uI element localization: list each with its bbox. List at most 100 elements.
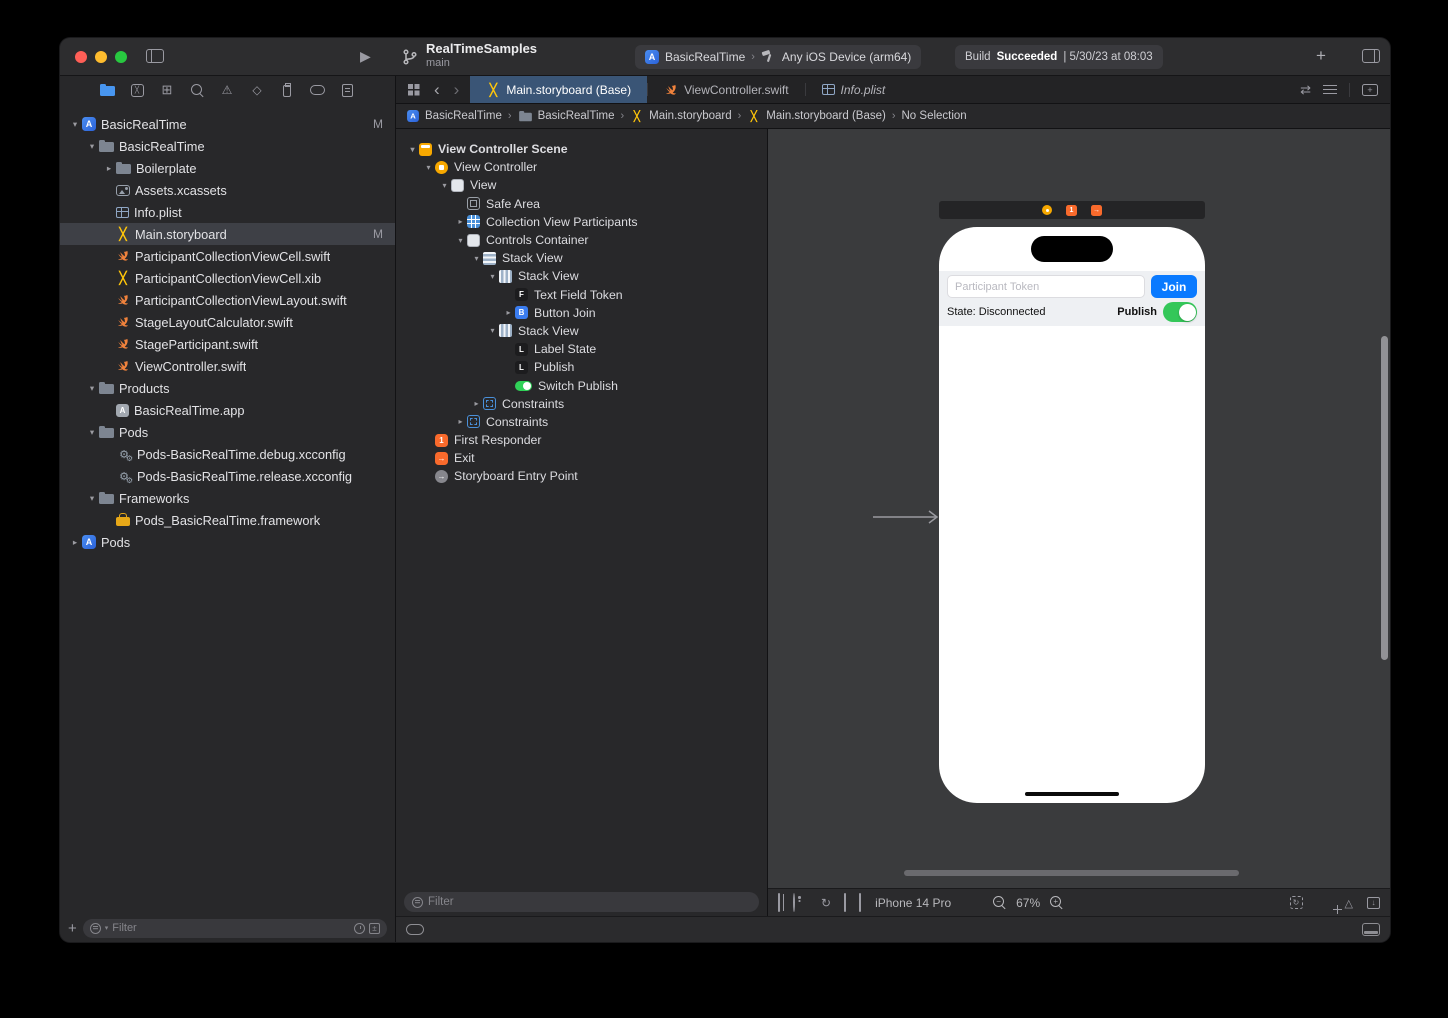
- disclosure-chevron[interactable]: ▸: [502, 308, 515, 317]
- disclosure-chevron[interactable]: ▾: [68, 119, 82, 130]
- outline-row-view-controller-scene[interactable]: ▾View Controller Scene: [396, 140, 767, 158]
- device-name[interactable]: iPhone 14 Pro: [875, 896, 951, 910]
- navigator-tab-breakpoints[interactable]: [302, 77, 332, 103]
- navigator-tab-find[interactable]: [182, 77, 212, 103]
- controls-container-view[interactable]: Participant Token Join State: Disconnect…: [939, 271, 1205, 326]
- back-button[interactable]: ‹: [429, 78, 445, 102]
- navigator-tab-project[interactable]: [92, 77, 122, 103]
- outline-row-publish[interactable]: LPublish: [396, 358, 767, 376]
- source-control-status-icon[interactable]: ±: [369, 923, 380, 934]
- add-editor-icon[interactable]: +: [1362, 84, 1378, 96]
- outline-row-constraints[interactable]: ▸Constraints: [396, 413, 767, 431]
- join-button[interactable]: Join: [1151, 275, 1197, 298]
- file-row-main-storyboard[interactable]: ╳Main.storyboardM: [60, 223, 395, 245]
- file-row-pods[interactable]: ▾Pods: [60, 421, 395, 443]
- tab-info-plist[interactable]: Info.plist: [806, 76, 902, 103]
- navigator-tab-symbols[interactable]: ⊞: [152, 77, 182, 103]
- disclosure-chevron[interactable]: ▸: [68, 537, 82, 548]
- file-row-participantcollectionviewcell-xib[interactable]: ╳ParticipantCollectionViewCell.xib: [60, 267, 395, 289]
- outline-row-storyboard-entry-point[interactable]: →Storyboard Entry Point: [396, 467, 767, 485]
- tab-viewcontroller-swift[interactable]: ViewController.swift: [648, 76, 804, 103]
- embed-icon[interactable]: ↓: [1367, 897, 1380, 909]
- navigator-filter-field[interactable]: ▾ Filter ±: [83, 919, 387, 938]
- forward-button[interactable]: ›: [449, 78, 465, 102]
- publish-label[interactable]: Publish: [1117, 306, 1163, 318]
- navigator-tab-debug[interactable]: [272, 77, 302, 103]
- breadcrumb-no-selection[interactable]: No Selection: [902, 110, 967, 122]
- exit-dock-icon[interactable]: →: [1091, 205, 1102, 216]
- disclosure-chevron[interactable]: ▸: [454, 217, 467, 226]
- outline-row-view[interactable]: ▾View: [396, 176, 767, 194]
- file-row-pods[interactable]: ▸APods: [60, 531, 395, 553]
- editor-layout-icon[interactable]: [1362, 923, 1380, 936]
- disclosure-chevron[interactable]: ▸: [102, 163, 116, 174]
- horizontal-scrollbar[interactable]: [904, 870, 1239, 876]
- run-button[interactable]: ▶: [360, 48, 371, 65]
- tab-overview-icon[interactable]: [408, 84, 419, 95]
- disclosure-chevron[interactable]: ▾: [454, 236, 467, 245]
- disclosure-chevron[interactable]: ▾: [85, 427, 99, 438]
- storyboard-canvas[interactable]: 1 → Participant Token: [768, 129, 1390, 888]
- update-frames-icon[interactable]: ↻: [1290, 896, 1303, 909]
- navigator-tab-source-control[interactable]: ╳: [122, 77, 152, 103]
- library-add-button[interactable]: +: [1316, 46, 1326, 66]
- disclosure-chevron[interactable]: ▾: [406, 145, 419, 154]
- breadcrumb-main-storyboard-base[interactable]: ╳Main.storyboard (Base): [747, 109, 886, 123]
- adjust-editor-options-icon[interactable]: [1323, 85, 1337, 95]
- outline-row-exit[interactable]: →Exit: [396, 449, 767, 467]
- file-row-products[interactable]: ▾Products: [60, 377, 395, 399]
- breadcrumb-main-storyboard[interactable]: ╳Main.storyboard: [630, 109, 731, 123]
- minimize-window-button[interactable]: [95, 51, 107, 63]
- outline-row-safe-area[interactable]: Safe Area: [396, 195, 767, 213]
- code-review-icon[interactable]: ⇄: [1300, 82, 1311, 98]
- outline-row-controls-container[interactable]: ▾Controls Container: [396, 231, 767, 249]
- outline-row-view-controller[interactable]: ▾View Controller: [396, 158, 767, 176]
- zoom-out-icon[interactable]: −: [993, 896, 1006, 909]
- file-row-info-plist[interactable]: Info.plist: [60, 201, 395, 223]
- outline-row-text-field-token[interactable]: FText Field Token: [396, 286, 767, 304]
- file-row-basicrealtime[interactable]: ▾ABasicRealTimeM: [60, 113, 395, 135]
- recent-files-icon[interactable]: [354, 923, 365, 934]
- outline-filter-field[interactable]: Filter: [404, 892, 759, 912]
- device-icon[interactable]: [859, 894, 861, 912]
- scheme-destination[interactable]: Any iOS Device (arm64): [782, 50, 911, 64]
- disclosure-chevron[interactable]: ▸: [470, 399, 483, 408]
- navigator-tab-tests[interactable]: ◇: [242, 77, 272, 103]
- toggle-inspector-icon[interactable]: [1362, 49, 1380, 63]
- state-label[interactable]: State: Disconnected: [947, 306, 1045, 318]
- breadcrumb-basicrealtime[interactable]: BasicRealTime: [518, 110, 615, 122]
- view-controller-preview[interactable]: Participant Token Join State: Disconnect…: [939, 227, 1205, 803]
- activity-view[interactable]: Build Succeeded | 5/30/23 at 08:03: [955, 45, 1163, 69]
- vertical-scrollbar[interactable]: [1381, 336, 1388, 660]
- participant-token-field[interactable]: Participant Token: [947, 275, 1145, 298]
- disclosure-chevron[interactable]: ▾: [422, 163, 435, 172]
- disclosure-chevron[interactable]: ▾: [438, 181, 451, 190]
- publish-switch[interactable]: [1163, 302, 1197, 322]
- file-row-boilerplate[interactable]: ▸Boilerplate: [60, 157, 395, 179]
- outline-row-stack-view[interactable]: ▾Stack View: [396, 322, 767, 340]
- file-row-stageparticipant-swift[interactable]: StageParticipant.swift: [60, 333, 395, 355]
- navigator-tab-issues[interactable]: ⚠: [212, 77, 242, 103]
- outline-row-switch-publish[interactable]: Switch Publish: [396, 376, 767, 394]
- outline-row-first-responder[interactable]: 1First Responder: [396, 431, 767, 449]
- disclosure-chevron[interactable]: ▾: [85, 141, 99, 152]
- resolve-icon[interactable]: △: [1345, 894, 1353, 912]
- outline-row-button-join[interactable]: ▸BButton Join: [396, 304, 767, 322]
- close-window-button[interactable]: [75, 51, 87, 63]
- toggle-navigator-icon[interactable]: [146, 49, 164, 63]
- orientation-icon[interactable]: ↻: [821, 894, 831, 912]
- file-row-basicrealtime-app[interactable]: ABasicRealTime.app: [60, 399, 395, 421]
- disclosure-chevron[interactable]: ▸: [454, 417, 467, 426]
- tab-main-storyboard-base[interactable]: ╳Main.storyboard (Base): [470, 76, 647, 103]
- add-file-button[interactable]: +: [68, 920, 77, 937]
- zoom-window-button[interactable]: [115, 51, 127, 63]
- first-responder-dock-icon[interactable]: 1: [1066, 205, 1077, 216]
- breadcrumb-basicrealtime[interactable]: ABasicRealTime: [406, 109, 502, 123]
- file-row-participantcollectionviewcell-swift[interactable]: ParticipantCollectionViewCell.swift: [60, 245, 395, 267]
- file-row-pods-basicrealtime-framework[interactable]: Pods_BasicRealTime.framework: [60, 509, 395, 531]
- outline-row-collection-view-participants[interactable]: ▸Collection View Participants: [396, 213, 767, 231]
- zoom-level[interactable]: 67%: [1016, 896, 1040, 910]
- disclosure-chevron[interactable]: ▾: [85, 383, 99, 394]
- scheme-target[interactable]: BasicRealTime: [665, 50, 745, 64]
- outline-row-stack-view[interactable]: ▾Stack View: [396, 249, 767, 267]
